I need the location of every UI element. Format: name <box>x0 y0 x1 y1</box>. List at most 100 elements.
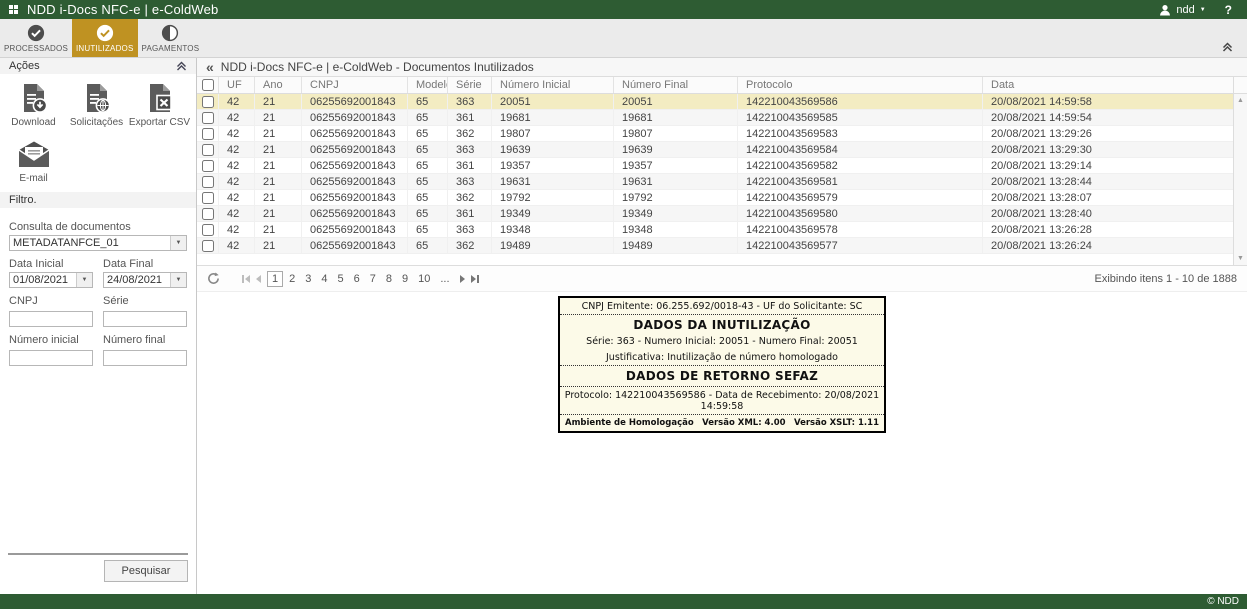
table-row[interactable]: 4221062556920018436536119681196811422100… <box>197 110 1247 126</box>
tab-inutilizados[interactable]: INUTILIZADOS <box>72 19 138 57</box>
table-row[interactable]: 4221062556920018436536320051200511422100… <box>197 94 1247 110</box>
consulta-dropdown[interactable]: METADATANFCE_01 ▼ <box>9 235 187 251</box>
cell-uf: 42 <box>219 206 255 221</box>
apps-grid-icon[interactable] <box>9 5 18 14</box>
page-button-4[interactable]: 4 <box>317 272 331 286</box>
numero-final-input[interactable] <box>103 350 187 366</box>
row-checkbox[interactable] <box>202 208 214 220</box>
table-row[interactable]: 4221062556920018436536219792197921422100… <box>197 190 1247 206</box>
row-checkbox-cell <box>197 126 219 141</box>
column-header-numero-final[interactable]: Número Final <box>614 77 738 93</box>
collapse-sidebar-icon[interactable]: « <box>206 60 214 74</box>
table-row[interactable]: 4221062556920018436536319631196311422100… <box>197 174 1247 190</box>
page-button-7[interactable]: 7 <box>366 272 380 286</box>
chevron-down-icon[interactable]: ▼ <box>170 273 186 287</box>
row-checkbox[interactable] <box>202 240 214 252</box>
page-button-3[interactable]: 3 <box>301 272 315 286</box>
cell-cnpj: 06255692001843 <box>302 158 408 173</box>
check-circle-icon <box>27 24 45 42</box>
preview-inutilizacao-title: DADOS DA INUTILIZAÇÃO <box>560 315 884 333</box>
scroll-down-icon[interactable]: ▼ <box>1237 255 1244 262</box>
preview-justificativa-line: Justificativa: Inutilização de número ho… <box>560 349 884 366</box>
cell-uf: 42 <box>219 190 255 205</box>
cnpj-input[interactable] <box>9 311 93 327</box>
column-header-protocolo[interactable]: Protocolo <box>738 77 983 93</box>
pesquisar-button[interactable]: Pesquisar <box>104 560 188 582</box>
previous-page-button[interactable] <box>256 275 261 283</box>
data-final-dropdown[interactable]: 24/08/2021 ▼ <box>103 272 187 288</box>
cell-nf: 19792 <box>614 190 738 205</box>
cell-ni: 19792 <box>492 190 614 205</box>
scroll-up-icon[interactable]: ▲ <box>1237 97 1244 104</box>
tab-processados[interactable]: PROCESSADOS <box>0 19 72 57</box>
half-circle-icon <box>161 24 179 42</box>
cell-dt: 20/08/2021 13:28:40 <box>983 206 1247 221</box>
column-header-numero-inicial[interactable]: Número Inicial <box>492 77 614 93</box>
row-checkbox[interactable] <box>202 128 214 140</box>
page-button-10[interactable]: 10 <box>414 272 434 286</box>
page-button-2[interactable]: 2 <box>285 272 299 286</box>
chevron-down-icon: ▼ <box>1200 7 1206 13</box>
cell-nf: 19489 <box>614 238 738 253</box>
table-row[interactable]: 4221062556920018436536119349193491422100… <box>197 206 1247 222</box>
data-inicial-dropdown[interactable]: 01/08/2021 ▼ <box>9 272 93 288</box>
column-header-cnpj[interactable]: CNPJ <box>302 77 408 93</box>
page-button-6[interactable]: 6 <box>350 272 364 286</box>
select-all-checkbox[interactable] <box>202 79 214 91</box>
column-header-serie[interactable]: Série <box>448 77 492 93</box>
column-header-uf[interactable]: UF <box>219 77 255 93</box>
tab-label: INUTILIZADOS <box>76 44 134 53</box>
table-row[interactable]: 4221062556920018436536119357193571422100… <box>197 158 1247 174</box>
next-page-button[interactable] <box>460 275 465 283</box>
numero-inicial-input[interactable] <box>9 350 93 366</box>
refresh-icon[interactable] <box>207 272 220 285</box>
download-action[interactable]: Download <box>2 82 65 128</box>
page-button-5[interactable]: 5 <box>334 272 348 286</box>
row-checkbox[interactable] <box>202 144 214 156</box>
page-button-...[interactable]: ... <box>436 272 453 286</box>
collapse-actions-icon[interactable] <box>176 61 187 71</box>
chevron-down-icon[interactable]: ▼ <box>170 236 186 250</box>
cell-ser: 363 <box>448 174 492 189</box>
table-row[interactable]: 4221062556920018436536219489194891422100… <box>197 238 1247 254</box>
serie-input[interactable] <box>103 311 187 327</box>
column-header-ano[interactable]: Ano <box>255 77 302 93</box>
cell-uf: 42 <box>219 238 255 253</box>
cell-cnpj: 06255692001843 <box>302 142 408 157</box>
last-page-button[interactable] <box>471 275 479 283</box>
row-checkbox[interactable] <box>202 96 214 108</box>
preview-versao-xslt: Versão XSLT: 1.11 <box>794 418 879 428</box>
table-row[interactable]: 4221062556920018436536219807198071422100… <box>197 126 1247 142</box>
page-button-8[interactable]: 8 <box>382 272 396 286</box>
collapse-toolbar-icon[interactable] <box>1222 42 1247 57</box>
cell-cnpj: 06255692001843 <box>302 174 408 189</box>
exportar-csv-action[interactable]: Exportar CSV <box>128 82 191 128</box>
column-header-data[interactable]: Data <box>983 77 1233 93</box>
cell-ano: 21 <box>255 142 302 157</box>
grid-body: 4221062556920018436536320051200511422100… <box>197 94 1247 254</box>
cell-nf: 19631 <box>614 174 738 189</box>
row-checkbox[interactable] <box>202 176 214 188</box>
email-action[interactable]: E-mail <box>2 140 65 184</box>
row-checkbox[interactable] <box>202 112 214 124</box>
column-header-modelo[interactable]: Modelo <box>408 77 448 93</box>
chevron-down-icon[interactable]: ▼ <box>76 273 92 287</box>
cell-ser: 363 <box>448 142 492 157</box>
row-checkbox[interactable] <box>202 192 214 204</box>
tab-pagamentos[interactable]: PAGAMENTOS <box>138 19 204 57</box>
cell-ano: 21 <box>255 238 302 253</box>
cell-ni: 19681 <box>492 110 614 125</box>
first-page-button[interactable] <box>242 275 250 283</box>
table-row[interactable]: 4221062556920018436536319639196391422100… <box>197 142 1247 158</box>
cell-pr: 142210043569577 <box>738 238 983 253</box>
help-button[interactable]: ? <box>1225 3 1232 17</box>
row-checkbox[interactable] <box>202 160 214 172</box>
row-checkbox[interactable] <box>202 224 214 236</box>
page-button-1[interactable]: 1 <box>267 271 283 287</box>
table-row[interactable]: 4221062556920018436536319348193481422100… <box>197 222 1247 238</box>
vertical-scrollbar[interactable]: ▲ ▼ <box>1233 94 1247 265</box>
solicitacoes-action[interactable]: Solicitações <box>65 82 128 128</box>
cell-ni: 19357 <box>492 158 614 173</box>
page-button-9[interactable]: 9 <box>398 272 412 286</box>
user-menu[interactable]: ndd ▼ <box>1159 4 1205 16</box>
